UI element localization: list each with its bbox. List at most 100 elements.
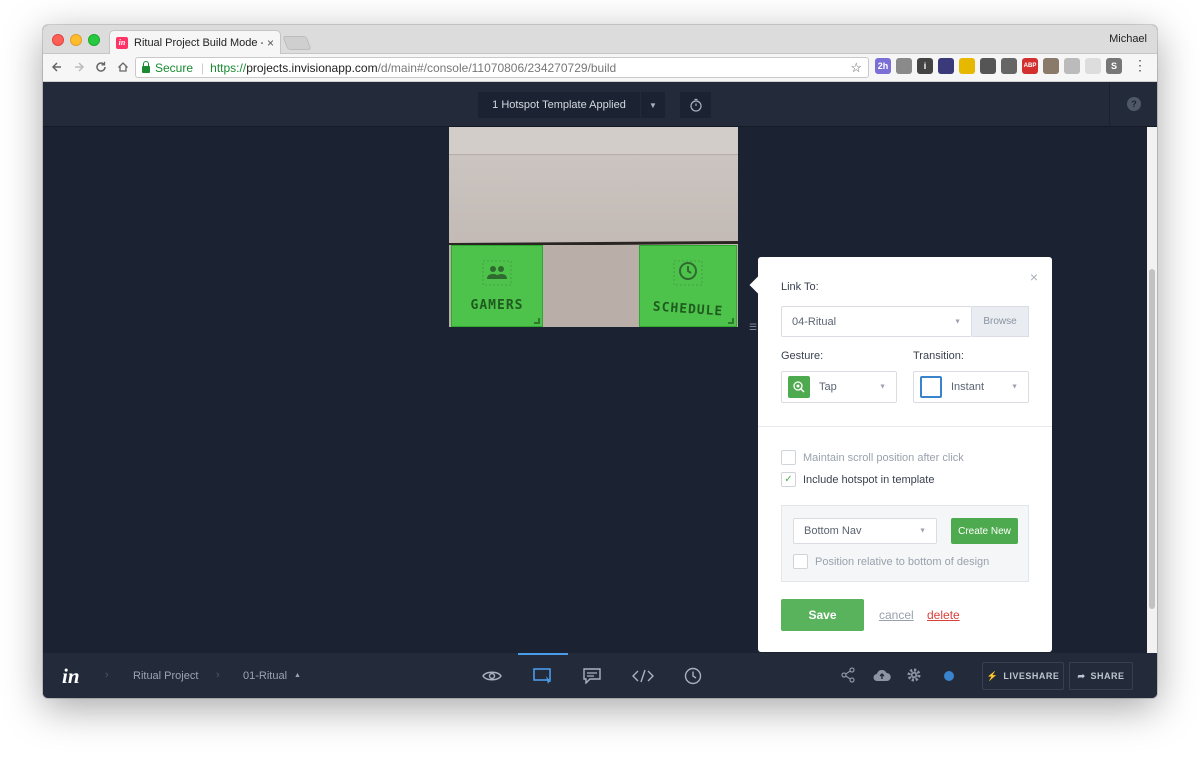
tools-icon[interactable]: [896, 58, 912, 74]
minimize-window-button[interactable]: [70, 34, 82, 46]
s-icon[interactable]: S: [1106, 58, 1122, 74]
invision-favicon-icon: in: [116, 36, 128, 49]
save-button[interactable]: Save: [781, 599, 864, 631]
tab-close-icon[interactable]: ×: [267, 36, 274, 50]
title-bar: in Ritual Project Build Mode - InV × Mic…: [43, 25, 1157, 54]
people-icon: [482, 260, 512, 291]
forward-arrow-icon[interactable]: [68, 60, 90, 76]
close-icon[interactable]: ×: [1030, 269, 1038, 285]
reader-icon[interactable]: [938, 58, 954, 74]
lock-icon: [142, 60, 150, 73]
timer-icon[interactable]: [680, 92, 711, 118]
reload-icon[interactable]: [90, 60, 112, 76]
gesture-label: Gesture:: [781, 350, 824, 362]
plane-icon[interactable]: [1001, 58, 1017, 74]
chevron-up-icon[interactable]: ▲: [294, 672, 301, 679]
abp-icon[interactable]: ABP: [1022, 58, 1038, 74]
url-path: /d/main#/console/11070806/234270729/buil…: [377, 60, 617, 75]
build-mode-icon[interactable]: [518, 653, 568, 698]
gesture-value: Tap: [819, 381, 837, 393]
chevron-down-icon: ▼: [1011, 383, 1018, 391]
cancel-link[interactable]: cancel: [879, 608, 914, 622]
inspect-code-icon[interactable]: [618, 653, 668, 698]
tap-gesture-icon: [788, 376, 810, 398]
hotspot-label-gamers: GAMERS: [470, 298, 524, 313]
info-icon[interactable]: i: [917, 58, 933, 74]
template-options-box: Bottom Nav ▼ Create New Position relativ…: [781, 505, 1029, 582]
calendar-icon[interactable]: 2h: [875, 58, 891, 74]
chevron-right-icon: ›: [105, 669, 109, 681]
secure-label: Secure: [155, 60, 194, 75]
design-screen-image[interactable]: GAMERS SCHEDULE: [449, 127, 738, 327]
bookmark-icon[interactable]: [1043, 58, 1059, 74]
share-nodes-icon[interactable]: [839, 666, 857, 684]
liveshare-label: LIVESHARE: [1003, 671, 1060, 681]
liveshare-button[interactable]: ⚡ LIVESHARE: [982, 662, 1064, 690]
gear-icon[interactable]: [905, 666, 923, 684]
profile-name[interactable]: Michael: [1109, 33, 1147, 45]
maintain-scroll-row[interactable]: Maintain scroll position after click: [781, 450, 964, 465]
transition-instant-icon: [920, 376, 942, 398]
help-divider: [1109, 82, 1110, 127]
position-relative-row[interactable]: Position relative to bottom of design: [793, 554, 989, 569]
position-relative-checkbox[interactable]: [793, 554, 808, 569]
transition-label: Transition:: [913, 350, 964, 362]
breadcrumb-project[interactable]: Ritual Project: [133, 670, 198, 682]
close-window-button[interactable]: [52, 34, 64, 46]
resize-handle[interactable]: [534, 318, 540, 324]
maintain-scroll-checkbox[interactable]: [781, 450, 796, 465]
chevron-down-icon: ▼: [954, 318, 961, 325]
chevron-down-icon: ▼: [879, 383, 886, 391]
address-bar[interactable]: Secure | https:// projects.invisionapp.c…: [135, 57, 869, 78]
breadcrumb-screen[interactable]: 01-Ritual: [243, 670, 287, 682]
window-icon[interactable]: [1064, 58, 1080, 74]
invision-logo[interactable]: in: [62, 664, 80, 689]
url-separator: |: [201, 60, 205, 75]
transition-select[interactable]: Instant ▼: [913, 371, 1029, 403]
link-to-select[interactable]: 04-Ritual ▼: [781, 306, 972, 337]
scrollbar-thumb[interactable]: [1149, 269, 1155, 609]
link-to-value: 04-Ritual: [792, 315, 837, 328]
comment-mode-icon[interactable]: [567, 653, 617, 698]
template-select[interactable]: Bottom Nav ▼: [793, 518, 937, 544]
hotspot-settings-popover: × Link To: 04-Ritual ▼ Browse Gesture: T…: [749, 257, 1052, 652]
transition-value: Instant: [951, 381, 985, 393]
create-new-button[interactable]: Create New: [951, 518, 1018, 544]
include-template-checkbox[interactable]: ✓: [781, 472, 796, 487]
lightning-icon: ⚡: [986, 670, 999, 681]
template-value: Bottom Nav: [804, 525, 862, 537]
delete-link[interactable]: delete: [927, 608, 960, 622]
new-tab-button[interactable]: [282, 36, 312, 50]
hotspot-label-schedule: SCHEDULE: [652, 299, 724, 320]
hotspot-template-button[interactable]: 1 Hotspot Template Applied: [478, 92, 640, 118]
hotspot-gamers[interactable]: GAMERS: [451, 245, 543, 327]
browse-button[interactable]: Browse: [972, 306, 1029, 337]
include-template-row[interactable]: ✓ Include hotspot in template: [781, 472, 934, 487]
resize-handle[interactable]: [728, 318, 734, 324]
browser-tab[interactable]: in Ritual Project Build Mode - InV ×: [109, 30, 281, 54]
zoom-window-button[interactable]: [88, 34, 100, 46]
maintain-scroll-label: Maintain scroll position after click: [803, 451, 964, 464]
bookmark-star-icon[interactable]: ☆: [850, 60, 862, 76]
browser-menu-icon[interactable]: ⋮: [1133, 58, 1147, 72]
feather-icon[interactable]: [1085, 58, 1101, 74]
drag-handle-icon[interactable]: ☰: [749, 322, 757, 333]
preview-mode-eye-icon[interactable]: [467, 653, 517, 698]
chevron-right-icon: ›: [216, 669, 220, 681]
position-relative-label: Position relative to bottom of design: [815, 555, 990, 568]
bottom-toolbar: in › Ritual Project › 01-Ritual ▲ ⚡ LIVE…: [43, 653, 1157, 698]
share-button[interactable]: ➦ SHARE: [1069, 662, 1133, 690]
help-icon[interactable]: ?: [1127, 97, 1141, 111]
template-dropdown-caret-icon[interactable]: ▼: [641, 92, 665, 118]
cloud-upload-icon[interactable]: [873, 666, 891, 684]
back-arrow-icon[interactable]: [46, 60, 68, 76]
chrome-ext-icon[interactable]: [959, 58, 975, 74]
clock-icon: [673, 260, 703, 291]
hotspot-schedule[interactable]: SCHEDULE: [639, 245, 737, 327]
history-clock-icon[interactable]: [668, 653, 718, 698]
pen-icon[interactable]: [980, 58, 996, 74]
extension-icons: 2h i ABP S: [875, 58, 1122, 74]
gesture-select[interactable]: Tap ▼: [781, 371, 897, 403]
home-icon[interactable]: [112, 60, 134, 76]
share-arrow-icon: ➦: [1077, 670, 1086, 681]
